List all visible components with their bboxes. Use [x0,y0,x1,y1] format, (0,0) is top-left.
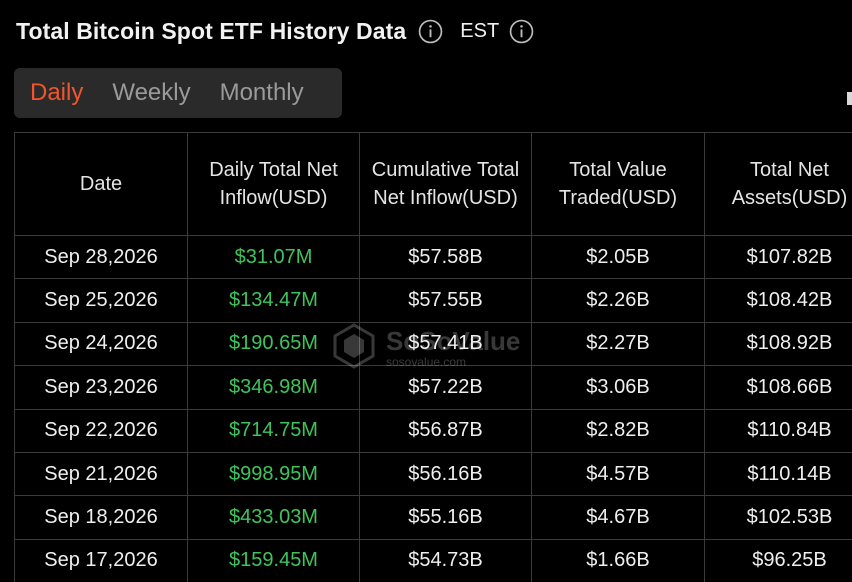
cell-date: Sep 18,2026 [14,495,188,540]
scroll-edge-marker [847,92,852,105]
page-title: Total Bitcoin Spot ETF History Data [16,17,407,44]
cell-daily-net-inflow: $346.98M [187,365,360,410]
cell-total-net-assets: $110.84B [704,408,852,453]
tab-monthly[interactable]: Monthly [220,79,304,107]
table-row: Sep 28,2026 $31.07M $57.58B $2.05B $107.… [14,234,852,280]
cell-total-value-traded: $1.66B [531,538,705,582]
table-row: Sep 24,2026 $190.65M $57.41B $2.27B $108… [14,321,852,367]
table-row: Sep 17,2026 $159.45M $54.73B $1.66B $96.… [14,538,852,582]
period-tabs: Daily Weekly Monthly [14,68,342,118]
cell-daily-net-inflow: $714.75M [187,408,360,453]
cell-total-value-traded: $2.05B [531,234,705,280]
column-header-date: Date [14,132,188,236]
cell-total-net-assets: $107.82B [704,234,852,280]
cell-cumulative-net-inflow: $57.41B [359,321,532,367]
cell-total-net-assets: $102.53B [704,495,852,540]
cell-cumulative-net-inflow: $54.73B [359,538,532,582]
cell-total-value-traded: $2.27B [531,321,705,367]
cell-total-net-assets: $96.25B [704,538,852,582]
tab-weekly[interactable]: Weekly [112,79,190,107]
cell-daily-net-inflow: $998.95M [187,451,360,497]
cell-date: Sep 17,2026 [14,538,188,582]
table-row: Sep 22,2026 $714.75M $56.87B $2.82B $110… [14,408,852,453]
cell-daily-net-inflow: $433.03M [187,495,360,540]
cell-cumulative-net-inflow: $56.87B [359,408,532,453]
cell-total-value-traded: $2.26B [531,278,705,323]
cell-cumulative-net-inflow: $57.22B [359,365,532,410]
cell-total-net-assets: $108.92B [704,321,852,367]
column-header-cumulative-net-inflow: Cumulative Total Net Inflow(USD) [359,132,532,236]
cell-daily-net-inflow: $190.65M [187,321,360,367]
cell-date: Sep 22,2026 [14,408,188,453]
column-header-total-net-assets: Total Net Assets(USD) [704,132,852,236]
timezone-info-icon[interactable] [509,19,534,44]
header: Total Bitcoin Spot ETF History Data EST [16,14,534,48]
column-header-daily-net-inflow: Daily Total Net Inflow(USD) [187,132,360,236]
cell-total-value-traded: $4.57B [531,451,705,497]
cell-date: Sep 21,2026 [14,451,188,497]
timezone-label: EST [460,19,500,42]
cell-date: Sep 28,2026 [14,234,188,280]
cell-date: Sep 24,2026 [14,321,188,367]
cell-cumulative-net-inflow: $57.58B [359,234,532,280]
table-row: Sep 21,2026 $998.95M $56.16B $4.57B $110… [14,451,852,497]
etf-history-table-container[interactable]: Date Daily Total Net Inflow(USD) Cumulat… [14,132,852,582]
table-row: Sep 25,2026 $134.47M $57.55B $2.26B $108… [14,278,852,323]
cell-cumulative-net-inflow: $55.16B [359,495,532,540]
cell-total-net-assets: $108.66B [704,365,852,410]
column-header-total-value-traded: Total Value Traded(USD) [531,132,705,236]
etf-history-table: Date Daily Total Net Inflow(USD) Cumulat… [14,132,852,582]
cell-daily-net-inflow: $159.45M [187,538,360,582]
cell-total-net-assets: $108.42B [704,278,852,323]
cell-daily-net-inflow: $134.47M [187,278,360,323]
table-header-row: Date Daily Total Net Inflow(USD) Cumulat… [14,132,852,236]
cell-total-net-assets: $110.14B [704,451,852,497]
cell-total-value-traded: $4.67B [531,495,705,540]
table-row: Sep 23,2026 $346.98M $57.22B $3.06B $108… [14,365,852,410]
cell-date: Sep 23,2026 [14,365,188,410]
cell-total-value-traded: $3.06B [531,365,705,410]
table-row: Sep 18,2026 $433.03M $55.16B $4.67B $102… [14,495,852,540]
cell-cumulative-net-inflow: $57.55B [359,278,532,323]
tab-daily[interactable]: Daily [30,79,83,107]
cell-cumulative-net-inflow: $56.16B [359,451,532,497]
cell-date: Sep 25,2026 [14,278,188,323]
page: Total Bitcoin Spot ETF History Data EST … [0,0,852,582]
cell-total-value-traded: $2.82B [531,408,705,453]
title-info-icon[interactable] [418,19,443,44]
cell-daily-net-inflow: $31.07M [187,234,360,280]
